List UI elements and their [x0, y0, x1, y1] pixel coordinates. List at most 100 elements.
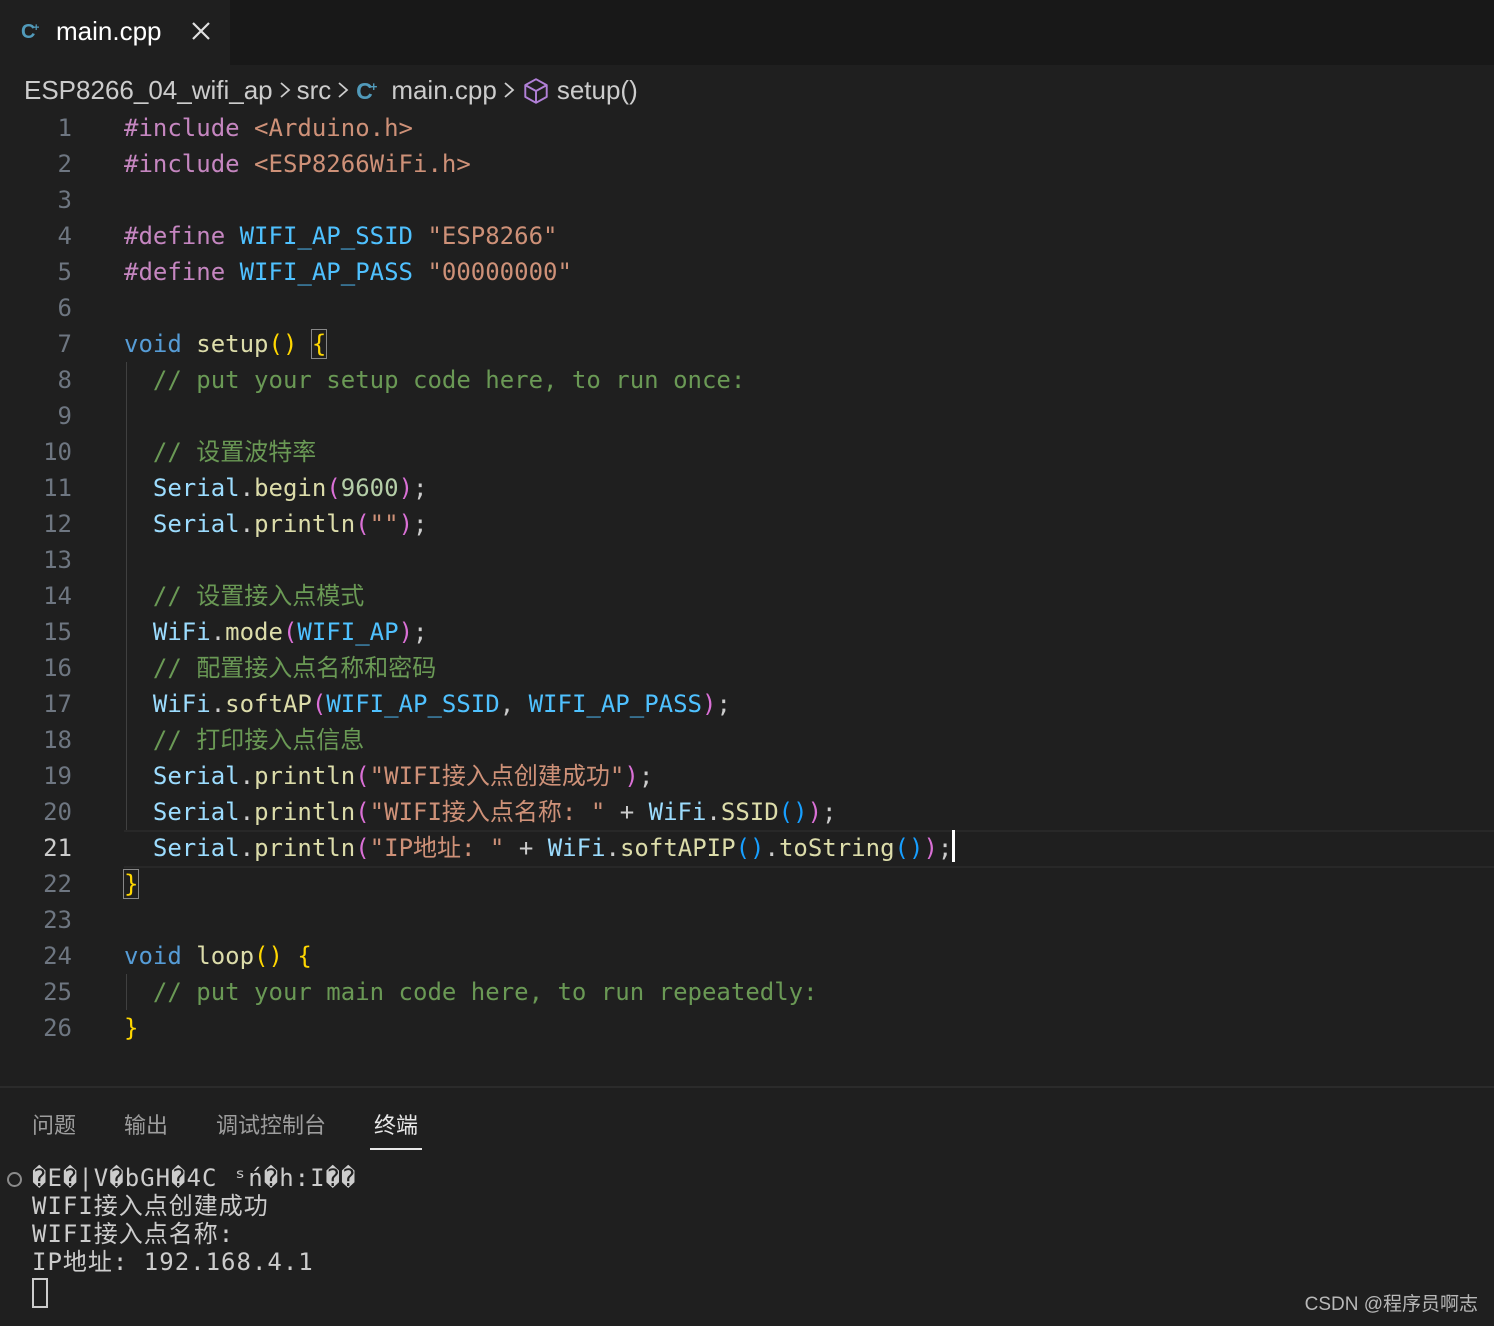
code-line[interactable]: 5 #define WIFI_AP_PASS "00000000" — [0, 254, 1494, 290]
code-line[interactable]: 18 // 打印接入点信息 — [0, 722, 1494, 758]
code-token: WIFI_AP_PASS — [528, 690, 702, 718]
close-icon[interactable] — [190, 20, 212, 42]
code-line[interactable]: 9 — [0, 398, 1494, 434]
code-line[interactable]: 8 // put your setup code here, to run on… — [0, 362, 1494, 398]
code-token: "ESP8266" — [427, 222, 558, 250]
line-number: 13 — [43, 546, 72, 574]
line-number: 20 — [43, 798, 72, 826]
code-line[interactable]: 19 Serial.println("WIFI接入点创建成功"); — [0, 758, 1494, 794]
code-token: Serial — [152, 510, 240, 538]
bottom-panel: 问题 输出 调试控制台 终端 �E�|V�bGH�4C ‎ˢń�h:I�� WI… — [0, 1086, 1494, 1326]
tab-main-cpp[interactable]: C + main.cpp — [0, 0, 230, 65]
code-token: } — [122, 869, 140, 899]
code-line[interactable]: 14 // 设置接入点模式 — [0, 578, 1494, 614]
line-number: 7 — [57, 330, 72, 358]
code-token: 9600 — [340, 474, 399, 502]
code-token: toString — [778, 834, 895, 862]
code-text: // put your setup code here, to run once… — [124, 362, 745, 398]
code-text: // 设置波特率 — [124, 434, 316, 470]
code-token: // put your setup code here, to run once… — [152, 366, 746, 394]
code-token: "" — [369, 510, 399, 538]
code-text: Serial.println("IP地址: " + WiFi.softAPIP(… — [124, 830, 956, 866]
code-token: WiFi — [648, 798, 707, 826]
terminal-line: WIFI接入点名称: — [32, 1220, 235, 1248]
code-token: ; — [716, 690, 731, 718]
code-line[interactable]: 10 // 设置波特率 — [0, 434, 1494, 470]
code-token: () — [894, 834, 924, 862]
terminal-cursor — [32, 1278, 48, 1308]
code-line[interactable]: 25 // put your main code here, to run re… — [0, 974, 1494, 1010]
code-line[interactable]: 22} — [0, 866, 1494, 902]
code-token: // put your main code here, to run repea… — [152, 978, 818, 1006]
tab-terminal[interactable]: 终端 — [374, 1108, 418, 1140]
chevron-right-icon — [273, 70, 297, 110]
tab-output[interactable]: 输出 — [124, 1108, 168, 1140]
code-token: () — [735, 834, 765, 862]
breadcrumb-folder[interactable]: src — [297, 75, 332, 106]
tab-debug-console[interactable]: 调试控制台 — [216, 1108, 326, 1140]
line-number: 11 — [43, 474, 72, 502]
code-line[interactable]: 4 #define WIFI_AP_SSID "ESP8266" — [0, 218, 1494, 254]
code-line[interactable]: 7 void setup() { — [0, 326, 1494, 362]
code-line[interactable]: 26} — [0, 1010, 1494, 1046]
code-token: #include — [124, 150, 255, 178]
code-line[interactable]: 17 WiFi.softAP(WIFI_AP_SSID, WIFI_AP_PAS… — [0, 686, 1494, 722]
code-token: ) — [807, 798, 823, 826]
line-number: 15 — [43, 618, 72, 646]
breadcrumb-symbol[interactable]: setup() — [557, 75, 638, 106]
code-token: // 配置接入点名称和密码 — [152, 654, 437, 682]
code-token: setup — [196, 330, 269, 358]
code-line[interactable]: 12 Serial.println(""); — [0, 506, 1494, 542]
code-token: ( — [326, 474, 341, 502]
code-line[interactable]: 24 void loop() { — [0, 938, 1494, 974]
code-line[interactable]: 1 #include <Arduino.h> — [0, 110, 1494, 146]
breadcrumb-file[interactable]: main.cpp — [391, 75, 497, 106]
code-token: // 设置接入点模式 — [152, 582, 365, 610]
code-token: } — [124, 1014, 139, 1042]
code-line[interactable]: 20 Serial.println("WIFI接入点名称: " + WiFi.S… — [0, 794, 1494, 830]
line-number: 24 — [43, 942, 72, 970]
code-line[interactable]: 13 — [0, 542, 1494, 578]
line-number: 10 — [43, 438, 72, 466]
command-status-circle-icon[interactable] — [7, 1172, 22, 1187]
code-line[interactable]: 21 Serial.println("IP地址: " + WiFi.softAP… — [0, 830, 1494, 866]
code-line[interactable]: 15 WiFi.mode(WIFI_AP); — [0, 614, 1494, 650]
code-text: void loop() { — [124, 938, 312, 974]
code-line[interactable]: 16 // 配置接入点名称和密码 — [0, 650, 1494, 686]
code-editor[interactable]: 1 #include <Arduino.h> 2 #include <ESP8266W… — [0, 110, 1494, 1050]
code-token: "00000000" — [427, 258, 572, 286]
tab-problems[interactable]: 问题 — [32, 1108, 76, 1140]
code-token: . — [706, 798, 721, 826]
code-line[interactable]: 23 — [0, 902, 1494, 938]
code-token: Serial — [152, 474, 240, 502]
code-token: () — [268, 330, 298, 358]
chevron-right-icon — [497, 70, 521, 110]
code-line[interactable]: 6 — [0, 290, 1494, 326]
code-token: <Arduino.h> — [254, 114, 413, 142]
svg-text:+: + — [370, 80, 377, 94]
code-token: println — [254, 834, 356, 862]
breadcrumb-project[interactable]: ESP8266_04_wifi_ap — [24, 75, 273, 106]
code-token: Serial — [152, 834, 240, 862]
code-token: begin — [254, 474, 327, 502]
code-text: Serial.println(""); — [124, 506, 428, 542]
code-token: WIFI_AP_PASS — [239, 258, 413, 286]
line-number: 12 — [43, 510, 72, 538]
code-line[interactable]: 11 Serial.begin(9600); — [0, 470, 1494, 506]
code-token: WiFi — [152, 690, 211, 718]
code-line[interactable]: 2 #include <ESP8266WiFi.h> — [0, 146, 1494, 182]
code-token: WIFI_AP — [297, 618, 399, 646]
text-cursor — [952, 830, 956, 862]
code-token: ) — [398, 474, 414, 502]
code-token: ( — [355, 798, 370, 826]
code-line[interactable]: 3 — [0, 182, 1494, 218]
code-text: #define WIFI_AP_SSID "ESP8266" — [124, 218, 557, 254]
code-token: { — [297, 942, 312, 970]
